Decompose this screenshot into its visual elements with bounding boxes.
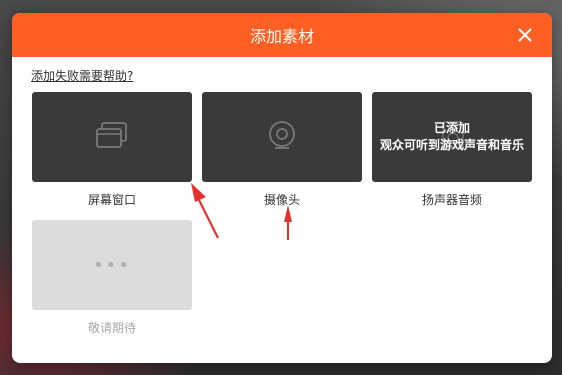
card-camera-label: 摄像头 xyxy=(263,193,300,207)
dialog-title: 添加素材 xyxy=(249,27,314,46)
added-status-desc: 观众可听到游戏声音和音乐 xyxy=(379,138,524,152)
added-status: 已添加 观众可听到游戏声音和音乐 xyxy=(372,92,532,182)
close-icon[interactable] xyxy=(514,24,536,46)
card-screen-window[interactable]: 屏幕窗口 xyxy=(32,92,192,208)
camera-icon xyxy=(266,119,298,155)
card-speaker-audio[interactable]: 已添加 观众可听到游戏声音和音乐 扬声器音频 xyxy=(372,92,532,208)
added-status-title: 已添加 xyxy=(433,121,470,135)
card-coming-soon-thumb: ••• xyxy=(32,220,192,310)
card-screen-window-label: 屏幕窗口 xyxy=(87,193,136,207)
screen-window-icon xyxy=(95,121,129,153)
card-coming-soon-label: 敬请期待 xyxy=(87,321,136,335)
card-camera[interactable]: 摄像头 xyxy=(202,92,362,208)
card-coming-soon: ••• 敬请期待 xyxy=(32,220,192,336)
help-link[interactable]: 添加失败需要帮助? xyxy=(31,67,133,84)
add-material-dialog: 添加素材 添加失败需要帮助? 屏幕窗口 摄像头 已添加 观众可听到游戏声音和音乐… xyxy=(12,13,552,363)
card-screen-window-thumb xyxy=(32,92,192,182)
more-icon: ••• xyxy=(93,254,131,276)
dialog-titlebar: 添加素材 xyxy=(12,13,552,57)
card-speaker-audio-label: 扬声器音频 xyxy=(421,193,482,207)
card-speaker-audio-thumb: 已添加 观众可听到游戏声音和音乐 xyxy=(372,92,532,182)
card-camera-thumb xyxy=(202,92,362,182)
